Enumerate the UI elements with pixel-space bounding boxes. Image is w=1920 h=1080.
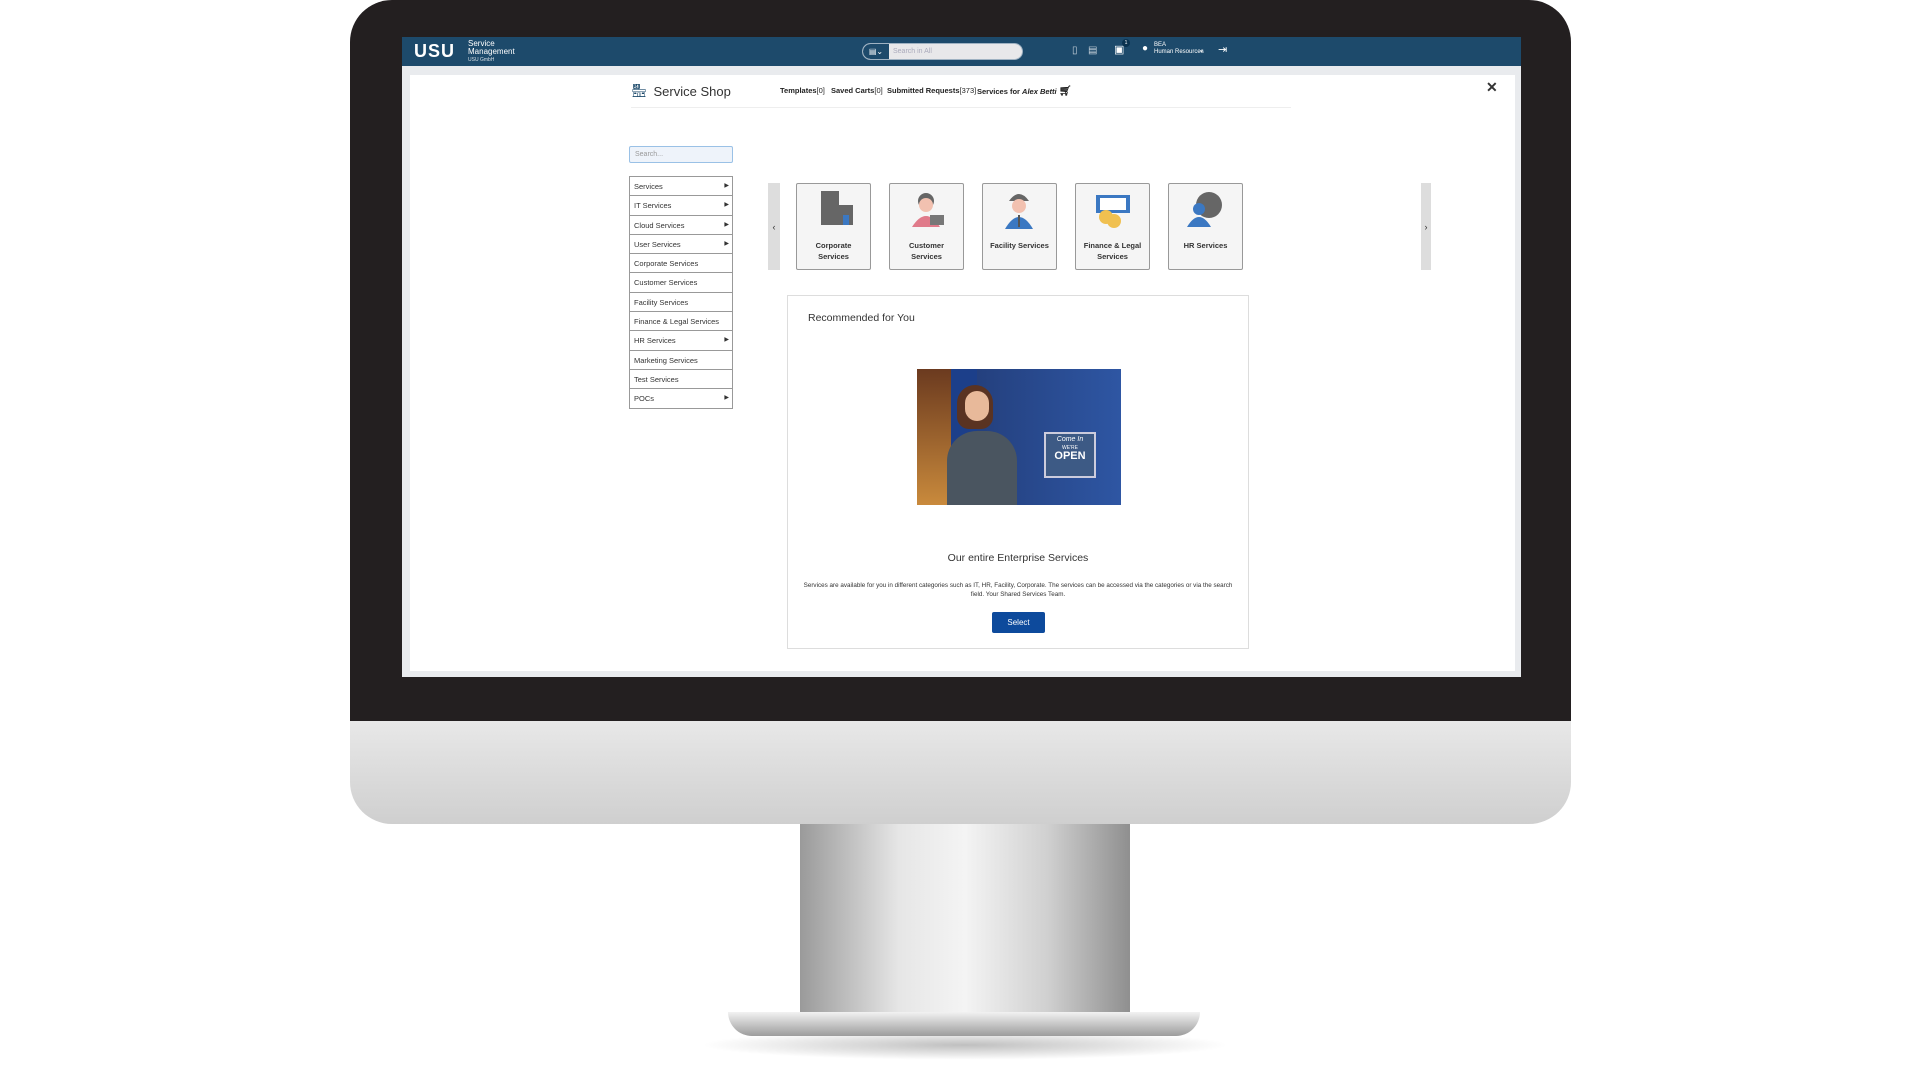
select-button[interactable]: Select <box>992 612 1045 633</box>
category-menu: Services ▶ IT Services ▶ Cloud Services ▶ User… <box>629 176 733 409</box>
user-menu[interactable]: BEA Human Resources <box>1154 42 1204 56</box>
caret-right-icon: ▶ <box>724 183 729 189</box>
sidebar-item-label: Services <box>634 182 663 191</box>
sidebar-item-label: HR Services <box>634 336 676 346</box>
service-shop-panel: 🏪︎ Service Shop Templates[0] Saved Carts… <box>410 75 1515 671</box>
services-for-link[interactable]: Services for Alex Betti 🛒︎ <box>977 86 1071 97</box>
usu-logo[interactable]: USU <box>414 41 455 62</box>
category-tile[interactable]: Facility Services <box>982 183 1057 270</box>
bookmark-icon[interactable]: ▯ <box>1072 45 1078 56</box>
caret-right-icon: ▶ <box>724 337 729 344</box>
caret-right-icon: ▶ <box>724 221 729 228</box>
sidebar-item[interactable]: Customer Services <box>630 273 732 293</box>
sidebar-item[interactable]: POCs ▶ <box>630 389 732 409</box>
global-search[interactable]: ▤⌄ Search in All <box>862 43 1023 60</box>
open-sign: Come In WE'RE OPEN <box>1044 432 1096 478</box>
recommended-description: Services are available for you in differ… <box>803 582 1233 598</box>
sidebar-item-label: IT Services <box>634 201 672 211</box>
search-scope-dropdown[interactable]: ▤⌄ <box>863 44 889 59</box>
cart-icon: 🛒︎ <box>1058 86 1072 97</box>
saved-carts-link[interactable]: Saved Carts[0] <box>831 86 883 95</box>
sidebar-item[interactable]: Cloud Services ▶ <box>630 215 732 235</box>
shopper-icon <box>911 193 944 227</box>
recommended-heading: Recommended for You <box>808 312 915 324</box>
search-input[interactable]: Search in All <box>889 48 932 55</box>
caret-right-icon: ▶ <box>724 240 729 247</box>
sidebar-item-label: Cloud Services <box>634 220 685 230</box>
sidebar-item-label: Facility Services <box>634 297 689 307</box>
monitor-stand <box>800 824 1130 1019</box>
sidebar-item[interactable]: Facility Services <box>630 292 732 313</box>
screen: USU Service Management USU GmbH ▤⌄ Search … <box>402 37 1521 677</box>
sidebar-item-label: Test Services <box>634 374 679 384</box>
category-search-input[interactable]: Search... <box>629 146 733 163</box>
category-tile[interactable]: HR Services <box>1168 183 1243 270</box>
category-label: HR Services <box>1183 241 1228 250</box>
shop-icon: 🏪︎ <box>631 83 648 98</box>
category-label: Finance & Legal Services <box>1083 241 1142 261</box>
sidebar-item[interactable]: IT Services ▶ <box>630 196 732 216</box>
product-name: Service Management USU GmbH <box>468 39 515 64</box>
list-icon[interactable]: ▤ <box>1088 45 1097 56</box>
page-title: 🏪︎ Service Shop <box>631 83 731 99</box>
category-tile[interactable]: Corporate Services <box>796 183 871 270</box>
sidebar-item-label: Finance & Legal Services <box>634 317 720 327</box>
top-bar: USU Service Management USU GmbH ▤⌄ Search … <box>402 37 1521 66</box>
submitted-requests-link[interactable]: Submitted Requests[373] <box>887 86 976 95</box>
recommended-title: Our entire Enterprise Services <box>947 552 1089 564</box>
sidebar-item[interactable]: HR Services ▶ <box>630 331 732 351</box>
carousel-prev-button[interactable]: ‹ <box>768 183 780 270</box>
close-button[interactable]: ✕ <box>1486 79 1498 96</box>
sidebar-item-label: Corporate Services <box>634 259 699 269</box>
building-icon <box>820 191 853 225</box>
category-label: Customer Services <box>908 241 944 261</box>
templates-link[interactable]: Templates[0] <box>780 86 825 95</box>
sidebar-item-label: User Services <box>634 239 681 249</box>
sidebar-item-label: POCs <box>634 394 655 404</box>
chevron-down-icon[interactable]: ⌄ <box>1198 45 1205 54</box>
monitor-chin <box>350 721 1571 824</box>
open-shop-image[interactable]: Come In WE'RE OPEN <box>917 369 1121 505</box>
caret-right-icon: ▶ <box>724 202 729 209</box>
category-tile[interactable]: Finance & Legal Services <box>1075 183 1150 270</box>
category-label: Corporate Services <box>815 241 852 261</box>
sidebar-item[interactable]: Marketing Services <box>630 350 732 370</box>
category-tile[interactable]: Customer Services <box>889 183 964 270</box>
worker-icon <box>1004 194 1033 229</box>
category-label: Facility Services <box>990 241 1049 250</box>
notification-badge: 1 <box>1122 39 1130 47</box>
money-icon <box>1095 195 1130 228</box>
sidebar-item[interactable]: Services ▶ <box>630 177 732 197</box>
globe-person-icon <box>1186 192 1222 227</box>
recommended-card: Recommended for You Come In WE'RE OPEN Our… <box>787 295 1249 649</box>
sidebar-item[interactable]: Finance & Legal Services <box>630 312 732 332</box>
sidebar-item[interactable]: User Services ▶ <box>630 234 732 255</box>
user-icon: ● <box>1142 43 1149 54</box>
sidebar-item[interactable]: Test Services <box>630 369 732 390</box>
caret-right-icon: ▶ <box>724 395 729 402</box>
divider <box>631 107 1291 108</box>
sidebar-item-label: Customer Services <box>634 278 698 288</box>
carousel-next-button[interactable]: › <box>1421 183 1431 270</box>
sidebar-item-label: Marketing Services <box>634 355 698 365</box>
sidebar-item[interactable]: Corporate Services <box>630 254 732 274</box>
monitor-base <box>728 1012 1200 1036</box>
logout-icon[interactable]: ⇥ <box>1218 43 1227 56</box>
